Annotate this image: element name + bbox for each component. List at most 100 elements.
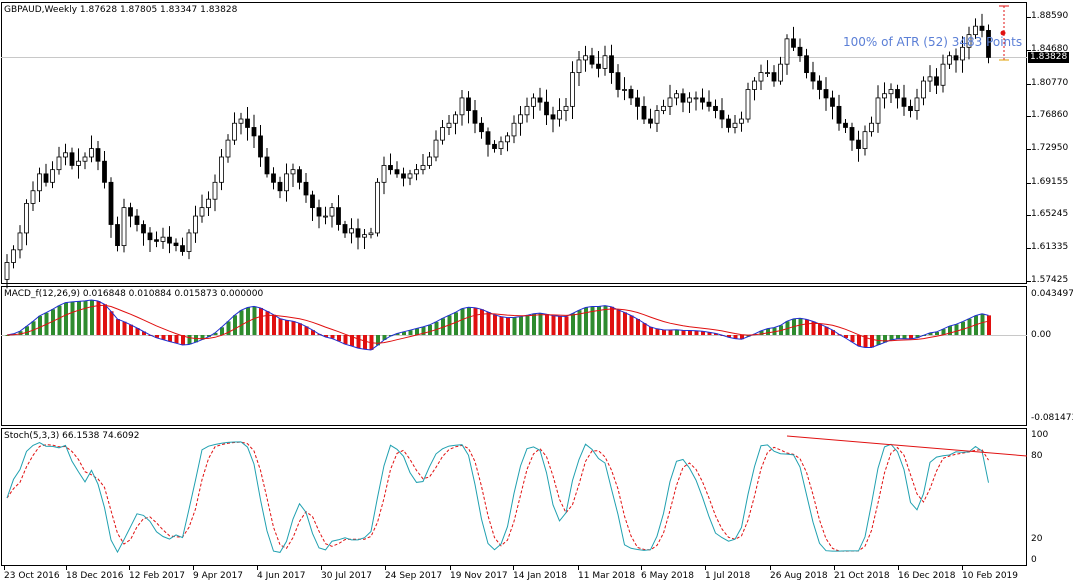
macd-bar <box>252 306 257 335</box>
time-axis-label: 30 Jul 2017 <box>321 571 372 581</box>
macd-bar <box>122 321 127 335</box>
macd-bar <box>558 316 562 335</box>
stoch-tick-20: 20 <box>1031 534 1043 544</box>
macd-bar <box>525 315 530 335</box>
macd-bar <box>493 314 497 335</box>
macd-bar <box>616 309 621 335</box>
macd-bar <box>512 317 517 335</box>
macd-header: MACD_f(12,26,9) 0.016848 0.010884 0.0158… <box>4 289 264 299</box>
macd-bar <box>38 315 42 335</box>
macd-bar <box>473 307 478 335</box>
macd-bar <box>623 312 627 335</box>
macd-bar <box>83 300 88 335</box>
macd-bar <box>278 318 283 335</box>
macd-bar <box>70 301 75 335</box>
macd-bar <box>642 323 647 335</box>
macd-bar <box>356 335 361 349</box>
macd-bar <box>532 313 536 335</box>
macd-bar <box>174 335 179 344</box>
macd-bar <box>980 313 985 335</box>
macd-bar <box>870 335 874 348</box>
time-axis-label: 18 Dec 2016 <box>66 571 124 581</box>
macd-bar <box>766 328 770 335</box>
macd-bar <box>655 328 660 335</box>
macd-bar <box>434 321 439 335</box>
price-tick-4: 1.76860 <box>1031 110 1069 120</box>
main-chart-header: GBPAUD,Weekly 1.87628 1.87805 1.83347 1.… <box>4 5 238 15</box>
macd-bar <box>519 316 523 335</box>
macd-bar <box>64 302 68 335</box>
time-axis-label: 19 Nov 2017 <box>450 571 508 581</box>
stoch-tick-0: 0 <box>1031 555 1037 565</box>
macd-bar <box>857 335 861 347</box>
macd-bar <box>688 330 692 335</box>
macd-bar <box>285 320 289 335</box>
stoch-tick-100: 100 <box>1031 430 1049 440</box>
time-axis-label: 24 Sep 2017 <box>385 571 443 581</box>
candle <box>375 178 380 237</box>
macd-bar <box>902 335 907 339</box>
time-axis-label: 14 Jan 2018 <box>513 571 567 581</box>
macd-bar <box>629 315 634 335</box>
time-axis-label: 9 Apr 2017 <box>193 571 243 581</box>
macd-bar <box>506 317 510 335</box>
macd-bar <box>571 313 575 335</box>
macd-tick-top: 0.043497 <box>1031 289 1073 299</box>
price-tick-9: 1.57425 <box>1031 275 1069 285</box>
macd-bar <box>363 335 367 350</box>
macd-bar <box>675 329 679 335</box>
macd-bar <box>564 316 569 335</box>
current-price-badge: 1.83828 <box>1028 52 1070 63</box>
time-axis-label: 10 Feb 2019 <box>962 571 1019 581</box>
macd-bar <box>31 321 36 335</box>
macd-bar <box>896 335 900 339</box>
time-axis-label: 6 May 2018 <box>641 571 694 581</box>
price-tick-6: 1.69155 <box>1031 177 1069 187</box>
macd-tick-bottom: -0.081473 <box>1031 413 1073 423</box>
macd-bar <box>103 304 107 335</box>
stoch-header: Stoch(5,3,3) 66.1538 74.6092 <box>4 431 140 441</box>
macd-bar <box>168 335 172 342</box>
macd-bar <box>90 300 94 335</box>
macd-bar <box>239 310 244 335</box>
price-tick-1: 1.88590 <box>1031 11 1069 21</box>
macd-bar <box>668 329 673 335</box>
macd-bar <box>538 313 543 335</box>
macd-bar <box>187 335 192 345</box>
price-tick-3: 1.80770 <box>1031 78 1069 88</box>
macd-bar <box>343 335 348 345</box>
macd-bar <box>272 314 276 335</box>
macd-bar <box>545 314 549 335</box>
macd-bar <box>805 319 809 335</box>
macd-bar <box>486 312 491 335</box>
macd-bar <box>116 319 120 335</box>
macd-bar <box>428 324 432 335</box>
macd-bar <box>265 311 270 335</box>
macd-bar <box>662 329 666 335</box>
macd-bar <box>129 324 133 335</box>
macd-bar <box>649 326 653 335</box>
price-tick-8: 1.61335 <box>1031 242 1069 252</box>
atr-label: 100% of ATR (52) 3483 Points <box>843 35 1023 49</box>
macd-bar <box>77 301 81 335</box>
macd-bar <box>454 312 458 335</box>
stoch-tick-80: 80 <box>1031 451 1043 461</box>
time-axis-label: 16 Dec 2018 <box>898 571 956 581</box>
macd-bar <box>584 307 588 335</box>
macd-bar <box>291 321 296 335</box>
macd-bar <box>798 318 803 335</box>
time-axis-label: 23 Oct 2016 <box>4 571 60 581</box>
price-tick-5: 1.72950 <box>1031 143 1069 153</box>
macd-tick-zero: 0.00 <box>1031 330 1052 340</box>
macd-bar <box>233 315 237 335</box>
time-axis-label: 4 Jun 2017 <box>257 571 306 581</box>
macd-bar <box>681 330 686 335</box>
macd-bar <box>259 307 263 335</box>
macd-bar <box>818 323 822 335</box>
macd-bar <box>109 311 114 335</box>
macd-bar <box>610 306 614 335</box>
macd-bar <box>499 316 504 335</box>
time-axis-label: 21 Oct 2018 <box>834 571 890 581</box>
time-axis-label: 1 Jul 2018 <box>705 571 751 581</box>
macd-panel[interactable] <box>1 286 1027 426</box>
